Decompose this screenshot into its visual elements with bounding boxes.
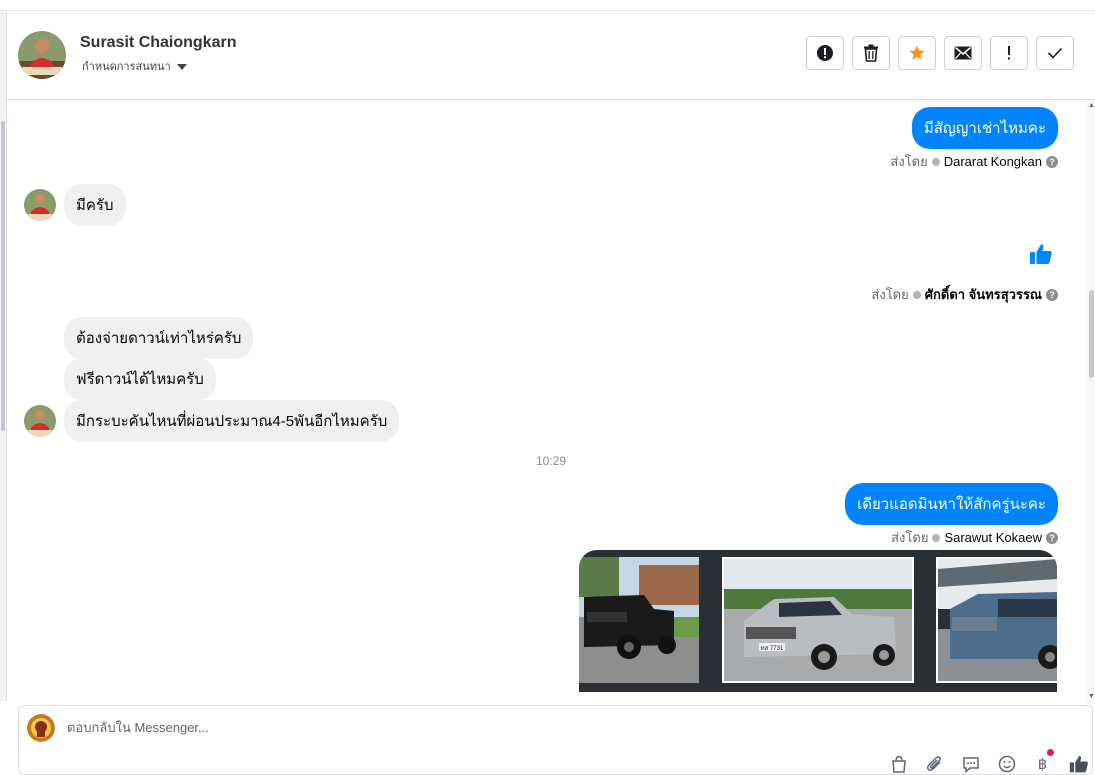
star-icon xyxy=(909,45,925,60)
left-scroll-thumb[interactable] xyxy=(1,121,5,431)
scroll-down-arrow-icon[interactable]: ▼ xyxy=(1088,693,1095,700)
exclamation-icon xyxy=(1008,46,1010,60)
top-bar xyxy=(0,0,1095,11)
thumbs-up-icon xyxy=(1030,244,1052,264)
contact-avatar[interactable] xyxy=(18,31,66,79)
sender-status-icon xyxy=(932,533,941,542)
envelope-icon xyxy=(954,46,972,60)
sender-name[interactable]: ศักดิ์ดา จันทรสุวรรณ xyxy=(925,284,1042,305)
right-scroll-thumb[interactable] xyxy=(1089,290,1094,378)
photo-truck-black[interactable] xyxy=(579,557,699,683)
contact-name[interactable]: Surasit Chaiongkarn xyxy=(80,34,236,52)
payment-button[interactable]: ฿ xyxy=(1031,749,1054,775)
sent-by-label: ส่งโดย Dararat Kongkan ? xyxy=(890,151,1058,172)
contact-avatar-small[interactable] xyxy=(24,405,56,437)
sent-by-prefix: ส่งโดย xyxy=(871,287,909,302)
sent-by-label: ส่งโดย Sarawut Kokaew ? xyxy=(891,527,1058,548)
reply-composer: ฿ xyxy=(18,705,1093,775)
mark-unread-button[interactable] xyxy=(944,36,982,70)
emoji-button[interactable] xyxy=(995,752,1018,775)
mark-important-button[interactable] xyxy=(990,36,1028,70)
notification-dot xyxy=(1047,749,1054,756)
attach-button[interactable] xyxy=(923,752,946,775)
help-icon[interactable]: ? xyxy=(1046,288,1058,301)
incoming-message[interactable]: มีกระบะคันไหนที่ผ่อนประมาณ4-5พันอีกไหมคร… xyxy=(64,400,400,442)
outgoing-message[interactable]: มีสัญญาเช่าไหมคะ xyxy=(911,107,1058,149)
assign-conversation-dropdown[interactable]: กำหนดการสนทนา xyxy=(82,57,187,75)
message-timestamp: 10:29 xyxy=(535,454,567,468)
caret-down-icon xyxy=(176,63,187,70)
mark-done-button[interactable] xyxy=(1036,36,1074,70)
incoming-message[interactable]: ฟรีดาวน์ได้ไหมครับ xyxy=(64,358,216,400)
header-actions xyxy=(806,36,1074,70)
star-button[interactable] xyxy=(898,36,936,70)
shop-button[interactable] xyxy=(887,752,910,775)
help-icon[interactable]: ? xyxy=(1046,155,1058,168)
assign-label: กำหนดการสนทนา xyxy=(82,61,171,73)
thumbs-up-icon xyxy=(1069,755,1088,772)
page-avatar xyxy=(27,714,55,742)
help-icon[interactable]: ? xyxy=(1046,531,1058,544)
conversation-header: Surasit Chaiongkarn กำหนดการสนทนา xyxy=(7,11,1095,100)
scroll-up-arrow-icon[interactable]: ▲ xyxy=(1088,102,1095,109)
sender-name[interactable]: Dararat Kongkan xyxy=(944,154,1042,169)
photo-license-plate: ทส 7731 xyxy=(761,645,784,652)
photo-attachment-gallery[interactable]: ทส 7731 xyxy=(579,550,1057,692)
sender-status-icon xyxy=(931,157,940,166)
report-spam-button[interactable] xyxy=(806,36,844,70)
photo-truck-blue[interactable] xyxy=(936,557,1057,683)
trash-icon xyxy=(864,44,878,62)
incoming-message[interactable]: มีครับ xyxy=(64,184,126,226)
check-icon xyxy=(1047,47,1063,59)
delete-button[interactable] xyxy=(852,36,890,70)
composer-toolbar: ฿ xyxy=(887,749,1090,775)
incoming-message[interactable]: ต้องจ่ายดาวน์เท่าไหร่ครับ xyxy=(64,317,254,359)
reply-input[interactable] xyxy=(65,719,769,736)
message-thread[interactable]: มีสัญญาเช่าไหมคะ ส่งโดย Dararat Kongkan … xyxy=(7,100,1087,702)
photo-truck-silver[interactable]: ทส 7731 xyxy=(722,557,914,683)
sent-by-prefix: ส่งโดย xyxy=(890,154,928,169)
right-scrollbar[interactable]: ▲ ▼ xyxy=(1087,100,1095,702)
send-like-button[interactable] xyxy=(1067,752,1090,775)
sent-by-prefix: ส่งโดย xyxy=(891,530,929,545)
sender-name[interactable]: Sarawut Kokaew xyxy=(944,530,1042,545)
like-sticker[interactable] xyxy=(1029,242,1053,271)
exclamation-circle-icon xyxy=(817,45,833,61)
contact-avatar-small[interactable] xyxy=(24,189,56,221)
left-scrollbar[interactable] xyxy=(0,11,7,701)
sent-by-label: ส่งโดย ศักดิ์ดา จันทรสุวรรณ ? xyxy=(871,284,1058,305)
sender-status-icon xyxy=(912,290,921,299)
saved-replies-button[interactable] xyxy=(959,752,982,775)
outgoing-message[interactable]: เดียวแอดมินหาให้สักครู่นะคะ xyxy=(845,483,1058,525)
